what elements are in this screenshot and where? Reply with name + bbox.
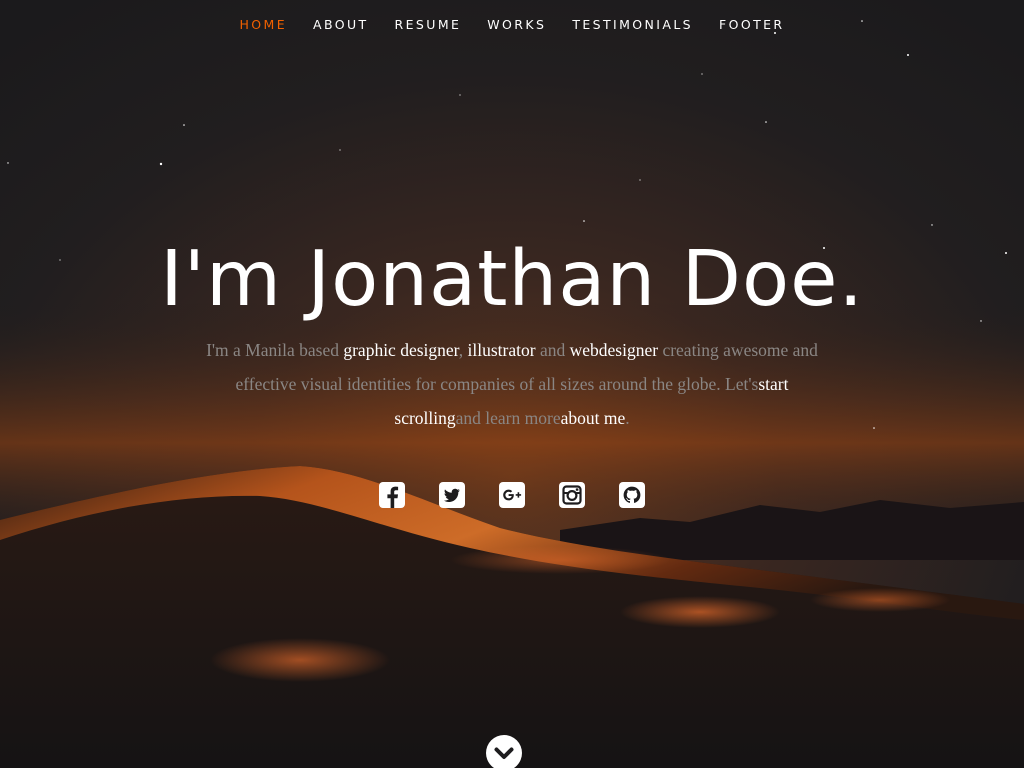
nav-item-about[interactable]: ABOUT [313,13,369,36]
intro-highlight-webdesigner: webdesigner [569,340,659,360]
main-nav: HOME ABOUT RESUME WORKS TESTIMONIALS FOO… [0,0,1024,48]
nav-item-footer[interactable]: FOOTER [719,13,785,36]
intro-text: and [535,340,570,360]
intro-link-about-me[interactable]: about me [561,408,626,428]
hero-section: HOME ABOUT RESUME WORKS TESTIMONIALS FOO… [0,0,1024,768]
twitter-icon[interactable] [439,482,465,508]
intro-text: I'm a Manila based [206,340,344,360]
hero-intro: I'm a Manila based graphic designer, ill… [202,333,822,435]
github-icon[interactable] [619,482,645,508]
nav-item-works[interactable]: WORKS [487,13,546,36]
nav-item-home[interactable]: HOME [239,13,287,36]
scroll-down-button[interactable] [486,735,522,768]
nav-item-testimonials[interactable]: TESTIMONIALS [572,13,693,36]
intro-highlight-illustrator: illustrator [467,340,536,360]
intro-text: . [625,408,630,428]
hero-headline: I'm Jonathan Doe. [160,235,864,324]
intro-text: , [458,340,468,360]
facebook-icon[interactable] [379,482,405,508]
chevron-down-circle-icon [486,735,522,768]
nav-item-resume[interactable]: RESUME [395,13,462,36]
google-plus-icon[interactable] [499,482,525,508]
instagram-icon[interactable] [559,482,585,508]
intro-text: and learn more [455,408,561,428]
intro-highlight-graphic-designer: graphic designer [343,340,459,360]
social-links [0,482,1024,508]
